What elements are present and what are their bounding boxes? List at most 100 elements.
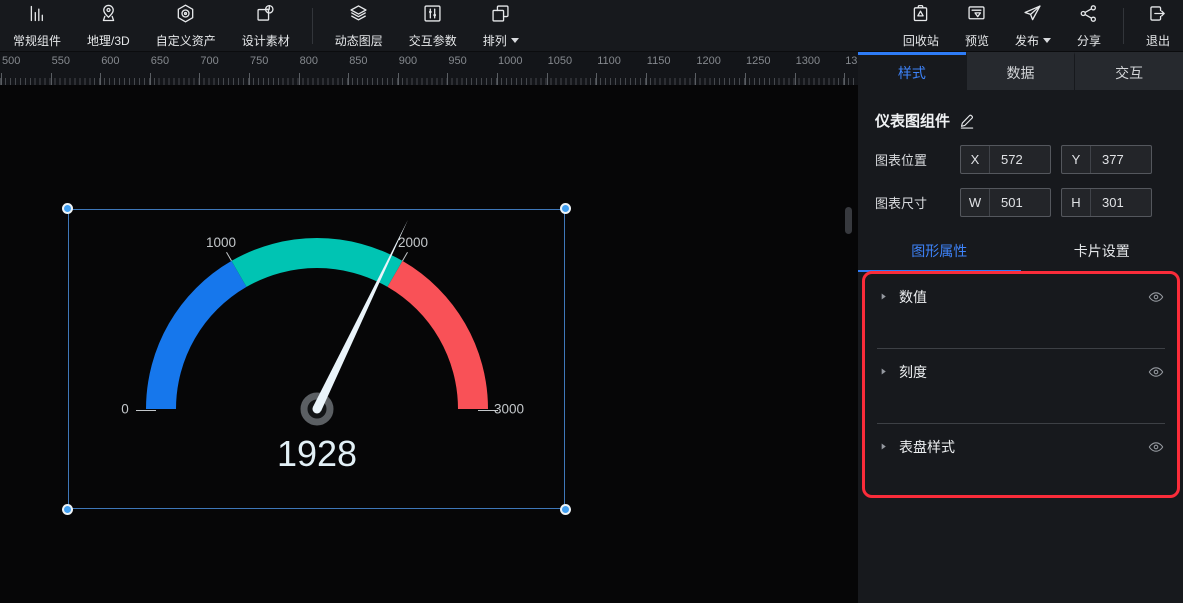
gauge-tick-label: 1000	[206, 235, 236, 250]
gauge-segment	[146, 261, 247, 409]
ruler-label: 700	[200, 55, 218, 67]
monitor-icon	[966, 3, 987, 29]
eye-icon[interactable]	[1148, 287, 1164, 305]
toolbar-button-recycle-bin[interactable]: 回收站	[890, 0, 952, 51]
field-label: 图表尺寸	[875, 193, 960, 212]
sliders-icon	[422, 3, 443, 29]
ruler-label: 650	[151, 55, 169, 67]
gauge-tick-label: 3000	[494, 402, 524, 417]
toolbar-button-custom-assets[interactable]: 自定义资产	[143, 0, 229, 51]
chart-x-input[interactable]: X572	[960, 145, 1051, 174]
caret-right-icon	[878, 437, 889, 452]
arrange-icon	[490, 3, 511, 29]
ruler-major-tick	[695, 73, 696, 85]
vertical-scrollbar-thumb[interactable]	[845, 207, 852, 234]
toolbar-button-label: 分享	[1077, 32, 1101, 49]
tab-interaction[interactable]: 交互	[1074, 52, 1183, 90]
tab-card-settings[interactable]: 卡片设置	[1021, 241, 1183, 272]
ruler-label: 1000	[498, 55, 522, 67]
input-value[interactable]: 377	[1091, 152, 1124, 167]
input-value[interactable]: 501	[990, 195, 1023, 210]
top-toolbar: 常规组件地理/3D 自定义资产 设计素材 动态图层 交互参数排列 回收站 预览发布分享 退出	[0, 0, 1183, 52]
toolbar-button-label: 常规组件	[13, 32, 61, 49]
field-inputs: X572 Y377	[960, 145, 1152, 174]
paper-plane-icon	[1022, 3, 1043, 29]
caret-right-icon	[878, 287, 889, 302]
ruler-major-tick	[795, 73, 796, 85]
shapes-icon	[255, 3, 276, 29]
ruler-major-tick	[497, 73, 498, 85]
toolbar-button-label: 设计素材	[242, 32, 290, 49]
gauge-tick-label: 0	[121, 402, 129, 417]
ruler-major-tick	[447, 73, 448, 85]
ruler-major-tick	[100, 73, 101, 85]
share-nodes-icon	[1078, 3, 1099, 29]
field-label: 图表位置	[875, 150, 960, 169]
toolbar-left-group: 常规组件地理/3D 自定义资产 设计素材 动态图层 交互参数排列	[0, 0, 532, 51]
ruler-major-tick	[745, 73, 746, 85]
toolbar-button-label: 自定义资产	[156, 32, 216, 49]
input-key-label: W	[961, 189, 990, 216]
chart-h-input[interactable]: H301	[1061, 188, 1152, 217]
tab-data[interactable]: 数据	[966, 52, 1075, 90]
toolbar-button-label: 动态图层	[335, 32, 383, 49]
selection-handle-bottom-left[interactable]	[62, 504, 73, 515]
toolbar-button-components[interactable]: 常规组件	[0, 0, 74, 51]
ruler-major-tick	[249, 73, 250, 85]
toolbar-button-publish[interactable]: 发布	[1002, 0, 1064, 51]
toolbar-button-exit[interactable]: 退出	[1133, 0, 1183, 51]
ruler-major-tick	[547, 73, 548, 85]
toolbar-right-group: 回收站 预览发布分享 退出	[890, 0, 1183, 51]
toolbar-button-geo-3d[interactable]: 地理/3D	[74, 0, 143, 51]
horizontal-ruler: 5005506006507007508008509009501000105011…	[0, 52, 858, 85]
ruler-major-tick	[51, 73, 52, 85]
field-row: 图表尺寸W501 H301	[875, 188, 1166, 217]
tab-style[interactable]: 样式	[858, 52, 966, 90]
section-value[interactable]: 数值	[865, 274, 1177, 348]
field-inputs: W501 H301	[960, 188, 1152, 217]
chevron-down-icon	[511, 38, 519, 43]
gauge-tick-label: 2000	[398, 235, 428, 250]
ruler-label: 750	[250, 55, 268, 67]
toolbar-button-dynamic-layers[interactable]: 动态图层	[322, 0, 396, 51]
field-row: 图表位置X572 Y377	[875, 145, 1166, 174]
design-canvas[interactable]: 5005506006507007508008509009501000105011…	[0, 52, 858, 603]
toolbar-button-arrange[interactable]: 排列	[470, 0, 532, 51]
eye-icon[interactable]	[1148, 437, 1164, 455]
ruler-label: 1100	[597, 55, 621, 67]
input-value[interactable]: 572	[990, 152, 1023, 167]
layers-icon	[348, 3, 369, 29]
toolbar-button-label: 预览	[965, 32, 989, 49]
tab-graphic-props[interactable]: 图形属性	[858, 241, 1021, 272]
toolbar-button-label: 回收站	[903, 32, 939, 49]
ruler-label: 600	[101, 55, 119, 67]
toolbar-button-label: 退出	[1146, 32, 1170, 49]
ruler-label: 550	[52, 55, 70, 67]
toolbar-separator	[1123, 8, 1124, 44]
property-sections: 数值刻度表盘样式	[865, 274, 1177, 498]
toolbar-button-design-assets[interactable]: 设计素材	[229, 0, 303, 51]
input-value[interactable]: 301	[1091, 195, 1124, 210]
toolbar-button-preview[interactable]: 预览	[952, 0, 1002, 51]
section-label: 刻度	[899, 362, 927, 382]
toolbar-button-interaction-params[interactable]: 交互参数	[396, 0, 470, 51]
ruler-label: 850	[349, 55, 367, 67]
chart-y-input[interactable]: Y377	[1061, 145, 1152, 174]
gauge-component-selected[interactable]: 0 1000 2000 3000 1928	[68, 209, 565, 509]
selection-handle-top-right[interactable]	[560, 203, 571, 214]
toolbar-button-label: 交互参数	[409, 32, 457, 49]
selection-handle-top-left[interactable]	[62, 203, 73, 214]
gauge-value-label: 1928	[277, 433, 357, 474]
ruler-major-tick	[398, 73, 399, 85]
ruler-major-tick	[596, 73, 597, 85]
section-scale[interactable]: 刻度	[865, 349, 1177, 423]
eye-icon[interactable]	[1148, 362, 1164, 380]
input-key-label: H	[1062, 189, 1091, 216]
toolbar-button-share[interactable]: 分享	[1064, 0, 1114, 51]
edit-title-icon[interactable]	[959, 113, 975, 129]
gauge-needle-base	[313, 405, 322, 414]
selection-handle-bottom-right[interactable]	[560, 504, 571, 515]
ruler-label: 500	[2, 55, 20, 67]
section-dial-style[interactable]: 表盘样式	[865, 424, 1177, 498]
chart-w-input[interactable]: W501	[960, 188, 1051, 217]
